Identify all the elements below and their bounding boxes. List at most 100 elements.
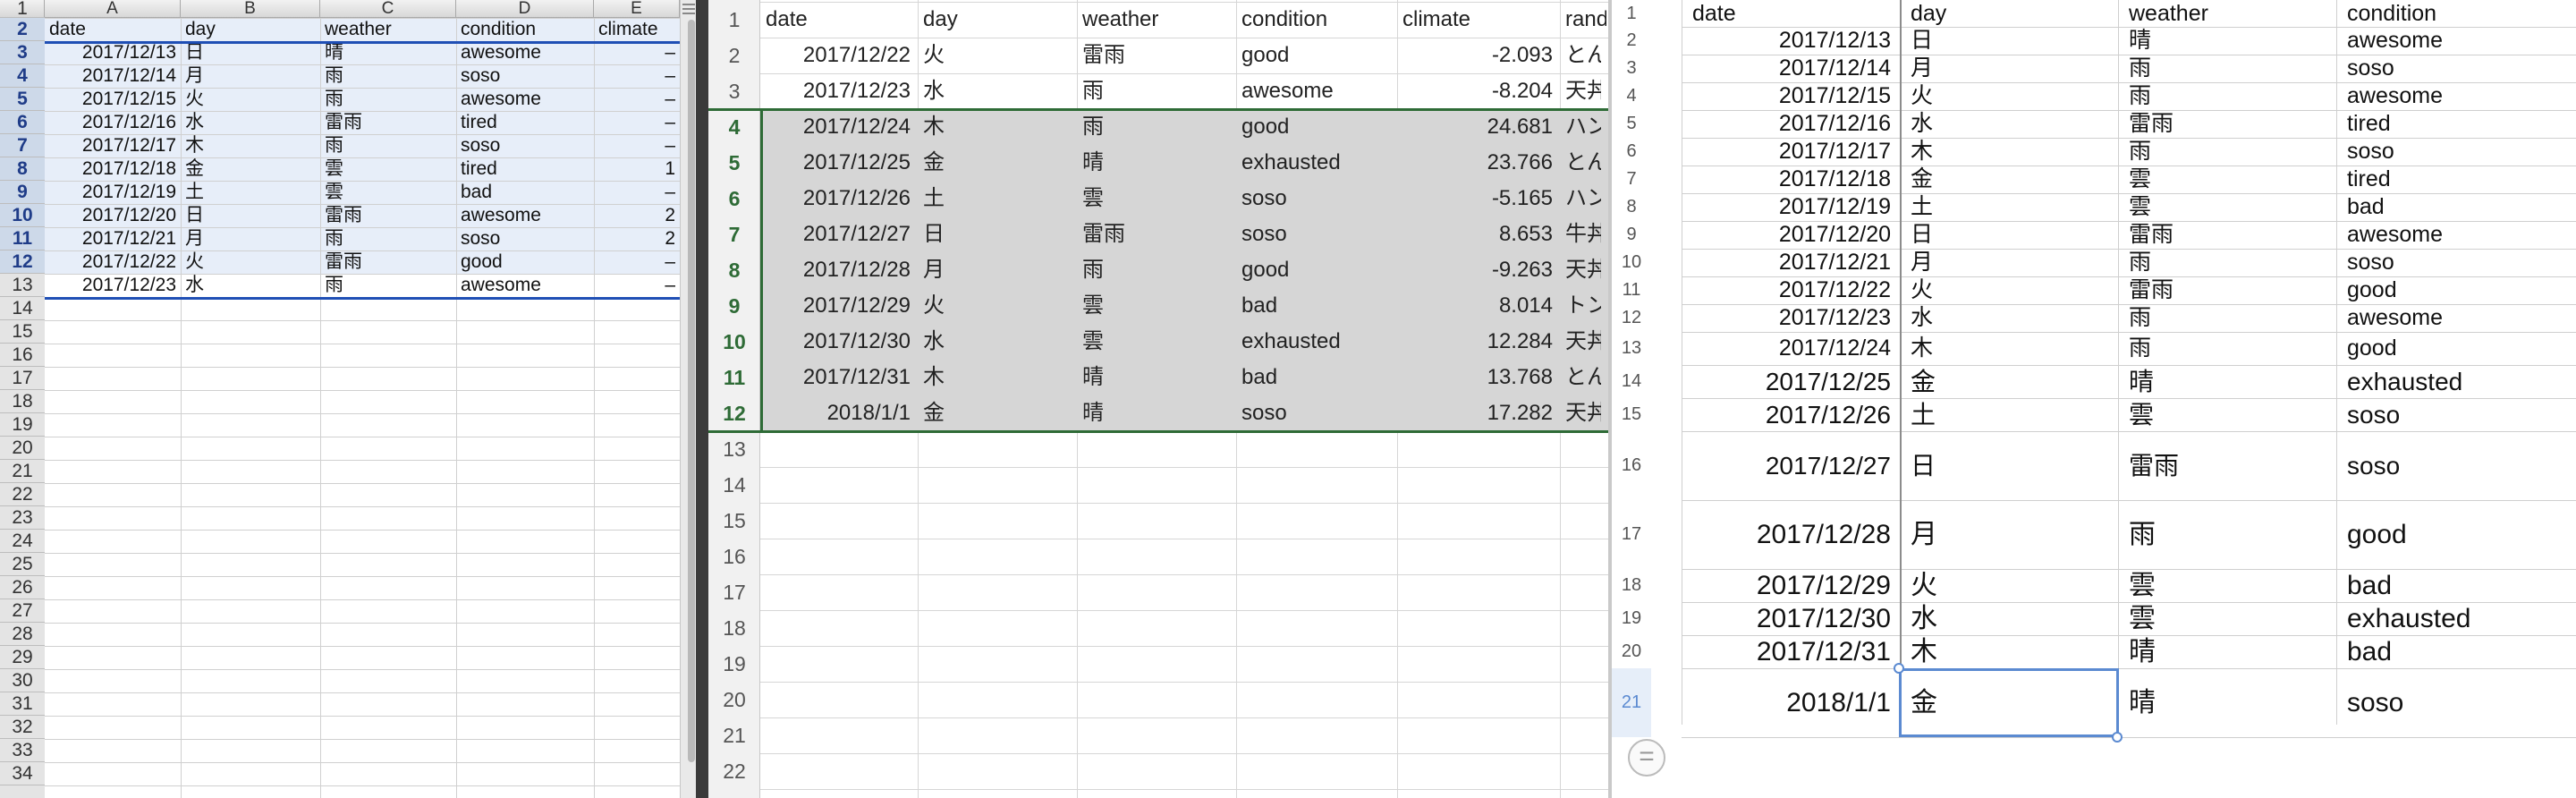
data-cell[interactable]: – [598,111,675,134]
data-cell[interactable]: 2017/12/24 [1692,332,1891,365]
data-cell[interactable]: good [1241,38,1390,73]
data-cell[interactable]: 火 [923,38,1070,73]
data-cell[interactable]: 水 [1911,602,2109,635]
data-cell[interactable]: 水 [923,73,1070,109]
row-number[interactable]: 23 [0,506,45,530]
data-cell[interactable]: 木 [1911,138,2109,166]
data-cell[interactable]: 雨 [2129,55,2327,82]
data-cell[interactable]: awesome [1241,73,1390,109]
row-number[interactable]: 12 [0,250,45,274]
data-cell[interactable]: 2017/12/17 [1692,138,1891,166]
data-cell[interactable]: 2017/12/27 [1692,431,1891,500]
data-cell[interactable]: bad [461,181,589,204]
row-number[interactable]: 16 [0,344,45,367]
data-cell[interactable]: 2017/12/22 [766,38,911,73]
row-number[interactable]: 13 [0,274,45,297]
data-cell[interactable]: 雲 [2129,166,2327,193]
row-number[interactable]: 21 [1612,668,1651,737]
data-cell[interactable]: 2017/12/15 [1692,82,1891,110]
data-cell[interactable]: 月 [1911,500,2109,569]
data-cell[interactable]: 火 [185,250,316,274]
data-cell[interactable]: 2017/12/26 [1692,398,1891,431]
data-cell[interactable]: bad [2347,193,2567,221]
data-cell[interactable]: 2017/12/19 [49,181,176,204]
row-number[interactable]: 13 [708,431,760,467]
row-number[interactable]: 15 [1612,398,1651,431]
data-cell[interactable]: good [461,250,589,274]
data-cell[interactable]: 2017/12/18 [1692,166,1891,193]
row-number[interactable]: 18 [1612,569,1651,602]
data-cell[interactable]: 雨 [2129,138,2327,166]
data-cell[interactable]: とん [1565,38,1601,73]
data-cell[interactable]: 2017/12/13 [1692,27,1891,55]
row-number[interactable]: 31 [0,692,45,716]
row-number[interactable]: 1 [708,2,760,38]
data-cell[interactable]: 月 [1911,55,2109,82]
data-cell[interactable]: 火 [1911,276,2109,304]
data-cell[interactable]: 2017/12/30 [1692,602,1891,635]
row-number[interactable]: 15 [708,503,760,539]
row-number[interactable]: 19 [708,646,760,682]
data-cell[interactable]: soso [461,134,589,157]
data-cell[interactable]: awesome [2347,82,2567,110]
row-number[interactable]: 21 [708,717,760,753]
data-cell[interactable]: -8.204 [1402,73,1553,109]
data-cell[interactable]: -2.093 [1402,38,1553,73]
data-cell[interactable]: exhausted [2347,602,2567,635]
data-cell[interactable]: awesome [461,41,589,64]
data-cell[interactable]: good [2347,500,2567,569]
row-number[interactable]: 8 [0,157,45,181]
data-cell[interactable]: 雲 [325,157,452,181]
row-number[interactable]: 22 [708,753,760,789]
data-cell[interactable]: 火 [1911,82,2109,110]
data-cell[interactable]: – [598,274,675,297]
data-cell[interactable]: 2 [598,227,675,250]
data-cell[interactable]: 2 [598,204,675,227]
data-cell[interactable]: 雨 [2129,249,2327,276]
data-cell[interactable]: bad [2347,635,2567,668]
row-number[interactable]: 1 [1612,0,1651,27]
row-number[interactable]: 18 [0,390,45,413]
row-number[interactable]: 1 [0,0,45,18]
row-number[interactable]: 10 [1612,249,1651,276]
column-header-D[interactable]: D [456,0,594,18]
row-number[interactable]: 30 [0,669,45,692]
row-number[interactable]: 12 [1612,304,1651,332]
data-cell[interactable]: 晴 [325,41,452,64]
data-cell[interactable]: 雲 [2129,193,2327,221]
row-number[interactable]: 26 [0,576,45,599]
row-number[interactable]: 13 [1612,332,1651,365]
row-number[interactable]: 19 [0,413,45,437]
row-number[interactable]: 4 [1612,82,1651,110]
data-cell[interactable]: – [598,250,675,274]
data-cell[interactable]: 雷雨 [2129,276,2327,304]
data-cell[interactable]: 日 [185,204,316,227]
data-cell[interactable]: 2017/12/19 [1692,193,1891,221]
row-number[interactable]: 4 [0,64,45,88]
data-cell[interactable]: 1 [598,157,675,181]
column-header-A[interactable]: A [45,0,181,18]
row-number[interactable]: 20 [0,437,45,460]
data-cell[interactable]: 2017/12/16 [1692,110,1891,138]
data-cell[interactable]: tired [461,111,589,134]
row-number[interactable]: 16 [708,539,760,574]
data-cell[interactable]: 日 [1911,27,2109,55]
row-number[interactable]: 2 [0,18,45,41]
data-cell[interactable]: 雨 [2129,82,2327,110]
data-cell[interactable]: 2017/12/23 [766,73,911,109]
data-cell[interactable]: 雷雨 [325,111,452,134]
data-cell[interactable]: 雨 [2129,304,2327,332]
row-number[interactable]: 17 [0,367,45,390]
data-cell[interactable]: 雷雨 [325,204,452,227]
data-cell[interactable]: tired [2347,166,2567,193]
data-cell[interactable]: awesome [2347,304,2567,332]
data-cell[interactable]: 晴 [2129,27,2327,55]
row-number[interactable]: 9 [0,181,45,204]
row-number[interactable]: 17 [708,574,760,610]
data-cell[interactable]: 2017/12/14 [49,64,176,88]
data-cell[interactable]: 2017/12/31 [1692,635,1891,668]
add-row-icon[interactable]: = [1628,739,1665,777]
data-cell[interactable]: good [2347,276,2567,304]
data-cell[interactable]: 日 [185,41,316,64]
data-cell[interactable]: 水 [185,111,316,134]
